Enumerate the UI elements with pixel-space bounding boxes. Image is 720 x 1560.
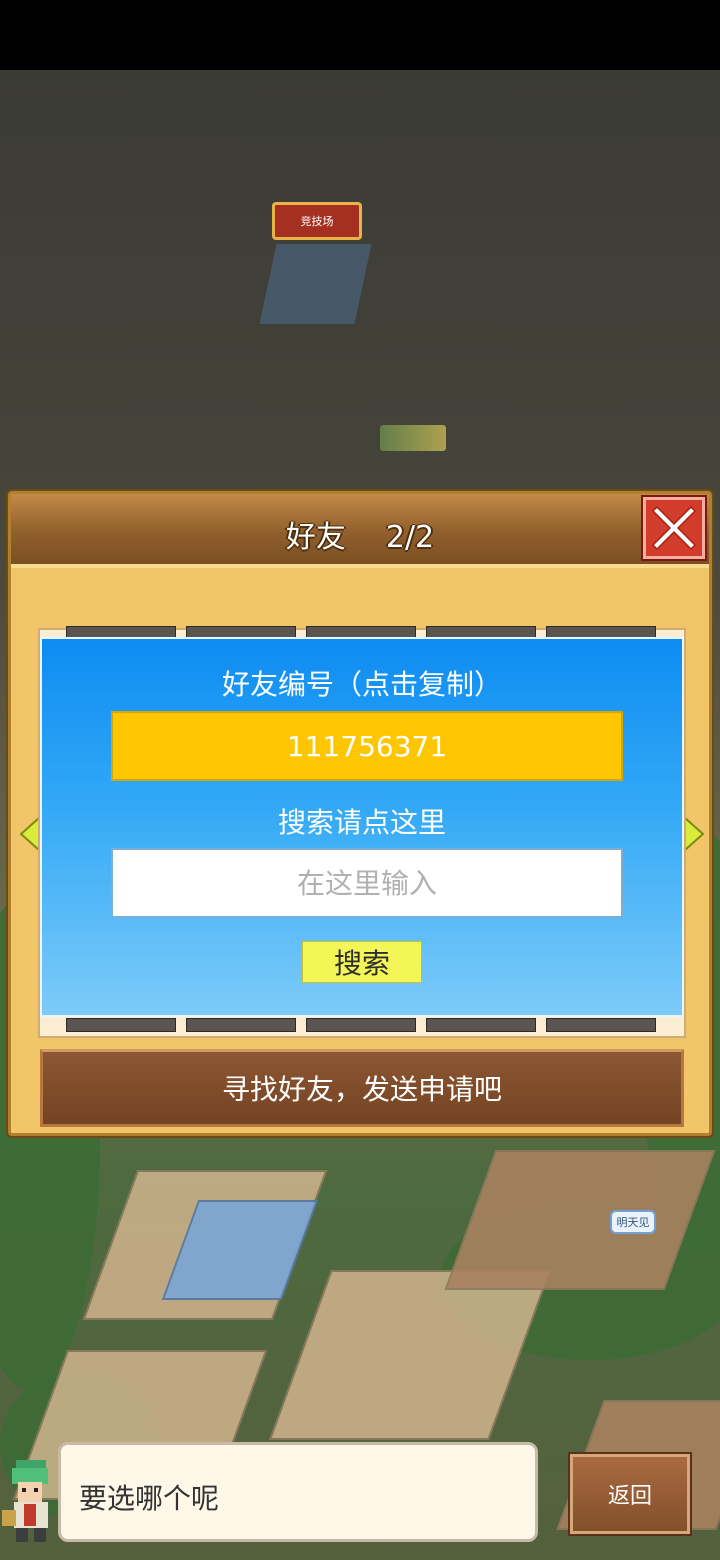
friends-dialog: 好友 2/2 好友编号（点击复制） 111756371 搜索请点这里 搜索 寻找好… bbox=[8, 491, 712, 1136]
game-character-sprite bbox=[380, 425, 446, 451]
close-button[interactable] bbox=[643, 497, 705, 559]
friend-id-copy-button[interactable]: 111756371 bbox=[111, 711, 623, 781]
npc-avatar bbox=[2, 1460, 48, 1542]
arena-label[interactable]: 竞技场 bbox=[272, 202, 362, 240]
page-count: 2/2 bbox=[385, 520, 435, 555]
speech-text: 要选哪个呢 bbox=[79, 1482, 220, 1515]
arena-building bbox=[259, 244, 372, 324]
close-x-icon bbox=[651, 505, 697, 551]
character-speech-bubble: 明天见 bbox=[610, 1210, 656, 1234]
friend-search-panel: 好友编号（点击复制） 111756371 搜索请点这里 搜索 bbox=[40, 637, 684, 1017]
dialog-title-text: 好友 bbox=[285, 520, 346, 555]
find-friends-banner: 寻找好友，发送申请吧 bbox=[40, 1049, 684, 1127]
dialog-title: 好友 2/2 bbox=[11, 512, 709, 556]
search-button[interactable]: 搜索 bbox=[302, 941, 422, 983]
dialog-header: 好友 2/2 bbox=[11, 494, 709, 568]
status-bar bbox=[0, 0, 720, 70]
next-page-arrow-icon[interactable] bbox=[683, 817, 705, 851]
search-input[interactable] bbox=[111, 848, 623, 918]
search-label: 搜索请点这里 bbox=[277, 806, 446, 839]
speech-box: 要选哪个呢 bbox=[58, 1442, 538, 1542]
friend-id-label: 好友编号（点击复制） bbox=[221, 668, 502, 701]
back-button[interactable]: 返回 bbox=[570, 1454, 690, 1534]
